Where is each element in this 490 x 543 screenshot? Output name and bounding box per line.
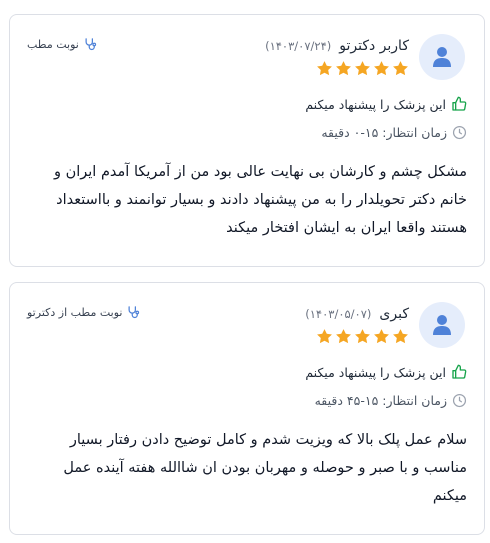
wait-time-text: زمان انتظار: ۱۵-۴۵ دقیقه: [314, 392, 447, 408]
star-icon: [393, 329, 408, 344]
wait-time-row: زمان انتظار: ۱۵-۴۵ دقیقه: [315, 390, 467, 410]
recommend-row: این پزشک را پیشنهاد میکنم: [305, 94, 467, 114]
star-icon: [336, 61, 351, 76]
thumbs-up-icon: [452, 96, 467, 111]
review-card: کاربر دکترتو (۱۴۰۳/۰۷/۲۴) نوبت مطب این پ…: [9, 14, 485, 267]
user-avatar-icon: [419, 34, 465, 80]
star-icon: [374, 61, 389, 76]
review-header: کبری (۱۴۰۳/۰۵/۰۷): [305, 304, 409, 324]
review-card: کبری (۱۴۰۳/۰۵/۰۷) نوبت مطب از دکترتو این…: [9, 282, 485, 535]
review-comment: سلام عمل پلک بالا که ویزیت شدم و کامل تو…: [63, 432, 467, 504]
wait-time-text: زمان انتظار: ۱۵-۰ دقیقه: [321, 124, 447, 140]
booking-type: نوبت مطب: [27, 37, 98, 52]
star-icon: [336, 329, 351, 344]
recommend-row: این پزشک را پیشنهاد میکنم: [305, 362, 467, 382]
star-icon: [317, 329, 332, 344]
wait-time-row: زمان انتظار: ۱۵-۰ دقیقه: [321, 122, 467, 142]
booking-label: نوبت مطب از دکترتو: [27, 306, 123, 319]
star-rating: [316, 60, 409, 77]
stethoscope-icon: [85, 38, 96, 51]
star-icon: [374, 329, 389, 344]
recommend-text: این پزشک را پیشنهاد میکنم: [305, 96, 446, 112]
clock-icon: [452, 125, 467, 139]
review-date: (۱۴۰۳/۰۵/۰۷): [305, 307, 372, 321]
review-comment: مشکل چشم و کارشان بی نهایت عالی بود من ا…: [53, 164, 467, 236]
star-icon: [355, 329, 370, 344]
star-rating: [316, 328, 409, 345]
star-icon: [393, 61, 408, 76]
booking-label: نوبت مطب: [27, 38, 79, 51]
booking-type: نوبت مطب از دکترتو: [27, 305, 141, 320]
recommend-text: این پزشک را پیشنهاد میکنم: [305, 364, 446, 380]
star-icon: [355, 61, 370, 76]
reviewer-name: کاربر دکترتو: [339, 38, 409, 54]
star-icon: [317, 61, 332, 76]
thumbs-up-icon: [452, 364, 467, 379]
review-date: (۱۴۰۳/۰۷/۲۴): [265, 39, 332, 53]
clock-icon: [452, 393, 467, 407]
user-avatar-icon: [419, 302, 465, 348]
review-header: کاربر دکترتو (۱۴۰۳/۰۷/۲۴): [265, 36, 409, 56]
reviewer-name: کبری: [379, 306, 409, 322]
stethoscope-icon: [128, 306, 140, 319]
